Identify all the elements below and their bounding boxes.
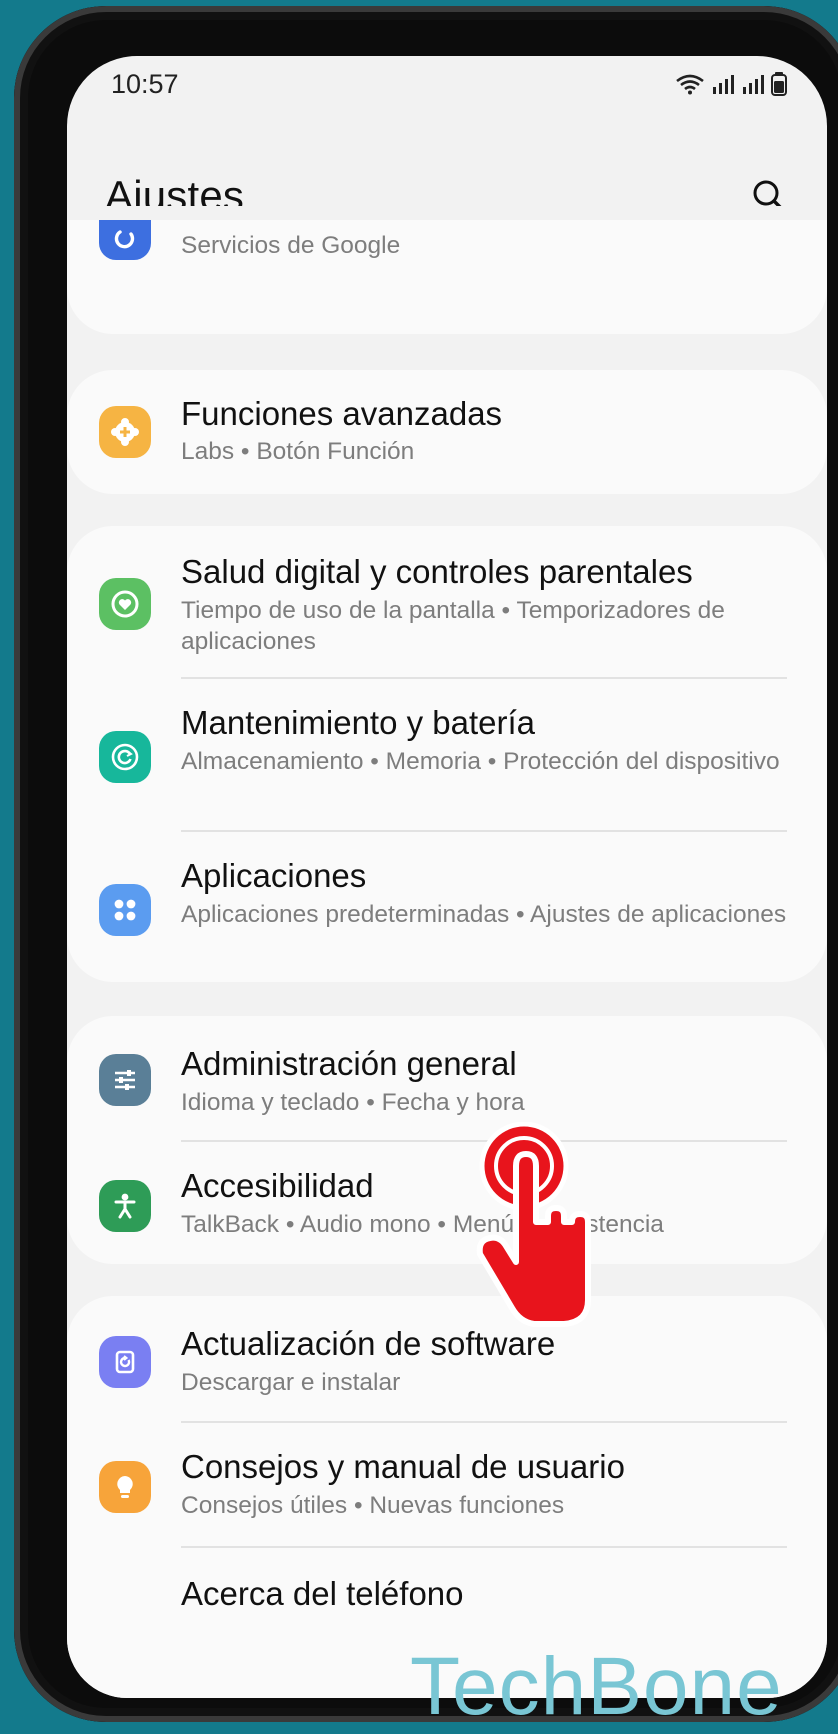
- settings-item-title: Administración general: [181, 1045, 517, 1082]
- settings-item-advanced-features[interactable]: Funciones avanzadas Labs • Botón Función: [67, 370, 827, 494]
- settings-item-subtitle: Descargar e instalar: [181, 1369, 401, 1396]
- tap-hand-icon: [476, 1122, 591, 1327]
- heart-circle-icon: [99, 578, 151, 630]
- settings-item-software-update[interactable]: Actualización de software Descargar e in…: [67, 1296, 827, 1420]
- lightbulb-icon: [99, 1461, 151, 1513]
- status-bar: 10:57: [111, 64, 787, 104]
- settings-item-subtitle: Labs • Botón Función: [181, 438, 415, 465]
- settings-item-title: Mantenimiento y batería: [181, 704, 536, 741]
- battery-icon: [771, 72, 787, 96]
- settings-item-subtitle: Aplicaciones predeterminadas • Ajustes d…: [181, 901, 787, 928]
- settings-item-title: Funciones avanzadas: [181, 395, 503, 432]
- settings-item-title: Salud digital y controles parentales: [181, 553, 693, 590]
- phone-frame: 10:57 Ajustes Servicios de Google Funcio…: [14, 6, 838, 1722]
- settings-item-subtitle: Servicios de Google: [181, 232, 401, 259]
- settings-item-title: Actualización de software: [181, 1325, 556, 1362]
- settings-item-digital-wellbeing[interactable]: Salud digital y controles parentales Tie…: [67, 526, 827, 676]
- signal-icon-2: [743, 75, 764, 94]
- settings-item-subtitle: Tiempo de uso de la pantalla • Temporiza…: [181, 597, 725, 655]
- settings-item-title: Acerca del teléfono: [181, 1575, 464, 1612]
- status-time: 10:57: [111, 68, 179, 99]
- refresh-icon: [99, 731, 151, 783]
- status-icons: [675, 72, 787, 96]
- settings-item-subtitle: Almacenamiento • Memoria • Protección de…: [181, 748, 780, 775]
- signal-icon: [713, 75, 734, 94]
- watermark: TechBone: [410, 1641, 783, 1732]
- settings-item-google[interactable]: Servicios de Google: [67, 206, 827, 334]
- software-update-icon: [99, 1336, 151, 1388]
- settings-item-accessibility[interactable]: Accesibilidad TalkBack • Audio mono • Me…: [67, 1142, 827, 1264]
- settings-item-subtitle: Idioma y teclado • Fecha y hora: [181, 1089, 525, 1116]
- apps-grid-icon: [99, 884, 151, 936]
- settings-screen: 10:57 Ajustes Servicios de Google Funcio…: [67, 56, 827, 1698]
- wifi-icon: [676, 74, 704, 95]
- settings-item-general-management[interactable]: Administración general Idioma y teclado …: [67, 1016, 827, 1140]
- settings-item-maintenance[interactable]: Mantenimiento y batería Almacenamiento •…: [67, 679, 827, 829]
- settings-item-title: Consejos y manual de usuario: [181, 1448, 625, 1485]
- settings-item-subtitle: Consejos útiles • Nuevas funciones: [181, 1492, 565, 1519]
- google-icon: [99, 220, 151, 260]
- settings-item-apps[interactable]: Aplicaciones Aplicaciones predeterminada…: [67, 832, 827, 982]
- accessibility-person-icon: [99, 1180, 151, 1232]
- settings-item-tips[interactable]: Consejos y manual de usuario Consejos út…: [67, 1423, 827, 1547]
- settings-item-title: Aplicaciones: [181, 857, 367, 894]
- header-mask: [67, 206, 827, 220]
- sliders-icon: [99, 1054, 151, 1106]
- plus-gear-icon: [99, 406, 151, 458]
